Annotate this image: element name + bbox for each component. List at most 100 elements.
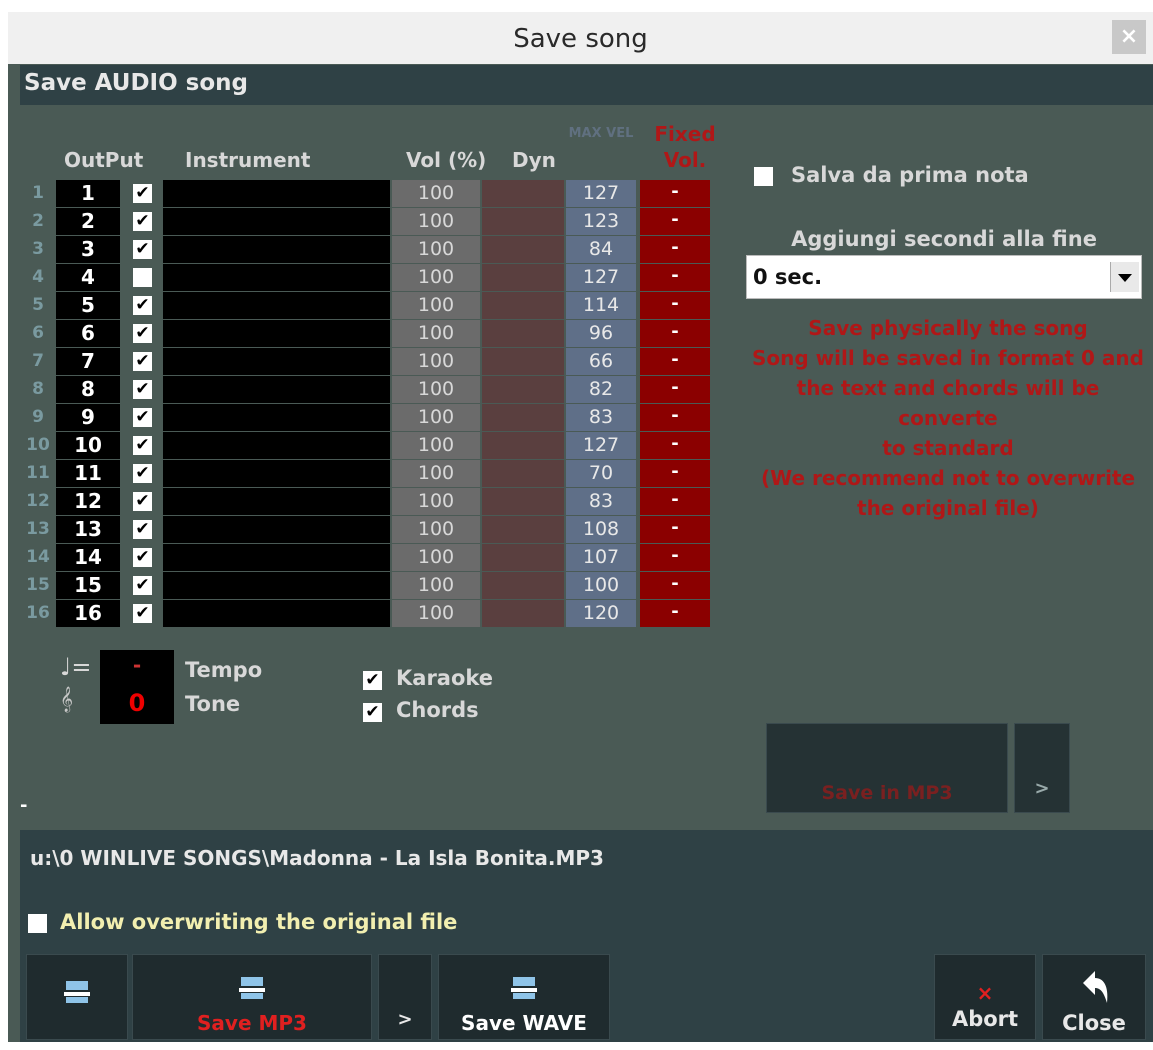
dyn-value[interactable] <box>482 292 564 319</box>
salva-prima-nota-checkbox[interactable] <box>754 167 773 186</box>
instrument-field[interactable] <box>163 432 390 459</box>
dyn-value[interactable] <box>482 516 564 543</box>
output-channel[interactable]: 12 <box>56 488 120 515</box>
dyn-value[interactable] <box>482 488 564 515</box>
volume-value[interactable]: 100 <box>392 320 480 347</box>
dyn-value[interactable] <box>482 264 564 291</box>
output-channel[interactable]: 10 <box>56 432 120 459</box>
dyn-value[interactable] <box>482 544 564 571</box>
abort-button[interactable]: × Abort <box>934 954 1036 1040</box>
track-enable-checkbox[interactable]: ✔ <box>133 548 152 567</box>
output-channel[interactable]: 9 <box>56 404 120 431</box>
instrument-field[interactable] <box>163 460 390 487</box>
allow-overwrite-checkbox[interactable] <box>28 914 47 933</box>
dyn-value[interactable] <box>482 404 564 431</box>
output-channel[interactable]: 7 <box>56 348 120 375</box>
output-channel[interactable]: 15 <box>56 572 120 599</box>
track-enable-checkbox[interactable]: ✔ <box>133 184 152 203</box>
output-channel[interactable]: 3 <box>56 236 120 263</box>
save-in-mp3-more-button[interactable]: > <box>1014 723 1070 813</box>
dyn-value[interactable] <box>482 320 564 347</box>
volume-value[interactable]: 100 <box>392 376 480 403</box>
instrument-field[interactable] <box>163 180 390 207</box>
instrument-field[interactable] <box>163 404 390 431</box>
fixed-vol-value[interactable]: - <box>640 180 710 207</box>
fixed-vol-value[interactable]: - <box>640 376 710 403</box>
track-enable-checkbox[interactable]: ✔ <box>133 324 152 343</box>
volume-value[interactable]: 100 <box>392 236 480 263</box>
track-enable-checkbox[interactable]: ✔ <box>133 408 152 427</box>
instrument-field[interactable] <box>163 320 390 347</box>
save-in-mp3-button[interactable]: Save in MP3 <box>766 723 1008 813</box>
save-wave-button[interactable]: Save WAVE <box>438 954 610 1040</box>
volume-value[interactable]: 100 <box>392 488 480 515</box>
fixed-vol-value[interactable]: - <box>640 544 710 571</box>
fixed-vol-value[interactable]: - <box>640 320 710 347</box>
track-enable-checkbox[interactable]: ✔ <box>133 352 152 371</box>
volume-value[interactable]: 100 <box>392 460 480 487</box>
volume-value[interactable]: 100 <box>392 600 480 627</box>
instrument-field[interactable] <box>163 600 390 627</box>
instrument-field[interactable] <box>163 208 390 235</box>
save-mp3-button[interactable]: Save MP3 <box>132 954 372 1040</box>
fixed-vol-value[interactable]: - <box>640 348 710 375</box>
volume-value[interactable]: 100 <box>392 572 480 599</box>
chords-checkbox[interactable]: ✔ <box>363 703 382 722</box>
save-more-button[interactable]: > <box>378 954 432 1040</box>
output-channel[interactable]: 14 <box>56 544 120 571</box>
tempo-value[interactable]: - <box>100 653 174 677</box>
tone-value[interactable]: 0 <box>100 689 174 717</box>
dyn-value[interactable] <box>482 348 564 375</box>
volume-value[interactable]: 100 <box>392 544 480 571</box>
dyn-value[interactable] <box>482 376 564 403</box>
volume-value[interactable]: 100 <box>392 404 480 431</box>
volume-value[interactable]: 100 <box>392 292 480 319</box>
seconds-dropdown[interactable]: 0 sec. <box>746 255 1142 299</box>
instrument-field[interactable] <box>163 292 390 319</box>
close-window-button[interactable]: × <box>1112 20 1146 54</box>
dyn-value[interactable] <box>482 460 564 487</box>
instrument-field[interactable] <box>163 488 390 515</box>
volume-value[interactable]: 100 <box>392 264 480 291</box>
karaoke-checkbox[interactable]: ✔ <box>363 671 382 690</box>
instrument-field[interactable] <box>163 544 390 571</box>
output-channel[interactable]: 8 <box>56 376 120 403</box>
output-channel[interactable]: 6 <box>56 320 120 347</box>
output-channel[interactable]: 16 <box>56 600 120 627</box>
audio-settings-button[interactable] <box>26 954 128 1040</box>
dyn-value[interactable] <box>482 572 564 599</box>
output-channel[interactable]: 1 <box>56 180 120 207</box>
track-enable-checkbox[interactable]: ✔ <box>133 296 152 315</box>
output-channel[interactable]: 11 <box>56 460 120 487</box>
volume-value[interactable]: 100 <box>392 348 480 375</box>
dyn-value[interactable] <box>482 600 564 627</box>
output-channel[interactable]: 13 <box>56 516 120 543</box>
instrument-field[interactable] <box>163 516 390 543</box>
fixed-vol-value[interactable]: - <box>640 404 710 431</box>
dyn-value[interactable] <box>482 180 564 207</box>
volume-value[interactable]: 100 <box>392 432 480 459</box>
instrument-field[interactable] <box>163 264 390 291</box>
close-button[interactable]: Close <box>1042 954 1146 1040</box>
fixed-vol-value[interactable]: - <box>640 600 710 627</box>
track-enable-checkbox[interactable]: ✔ <box>133 240 152 259</box>
dyn-value[interactable] <box>482 208 564 235</box>
volume-value[interactable]: 100 <box>392 180 480 207</box>
track-enable-checkbox[interactable]: ✔ <box>133 604 152 623</box>
output-channel[interactable]: 5 <box>56 292 120 319</box>
fixed-vol-value[interactable]: - <box>640 208 710 235</box>
fixed-vol-value[interactable]: - <box>640 236 710 263</box>
instrument-field[interactable] <box>163 236 390 263</box>
track-enable-checkbox[interactable]: ✔ <box>133 520 152 539</box>
track-enable-checkbox[interactable]: ✔ <box>133 576 152 595</box>
track-enable-checkbox[interactable]: ✔ <box>133 380 152 399</box>
fixed-vol-value[interactable]: - <box>640 572 710 599</box>
dyn-value[interactable] <box>482 236 564 263</box>
chevron-down-icon[interactable] <box>1110 262 1139 292</box>
fixed-vol-value[interactable]: - <box>640 488 710 515</box>
fixed-vol-value[interactable]: - <box>640 516 710 543</box>
track-enable-checkbox[interactable]: ✔ <box>133 436 152 455</box>
instrument-field[interactable] <box>163 572 390 599</box>
track-enable-checkbox[interactable] <box>133 268 152 287</box>
volume-value[interactable]: 100 <box>392 208 480 235</box>
